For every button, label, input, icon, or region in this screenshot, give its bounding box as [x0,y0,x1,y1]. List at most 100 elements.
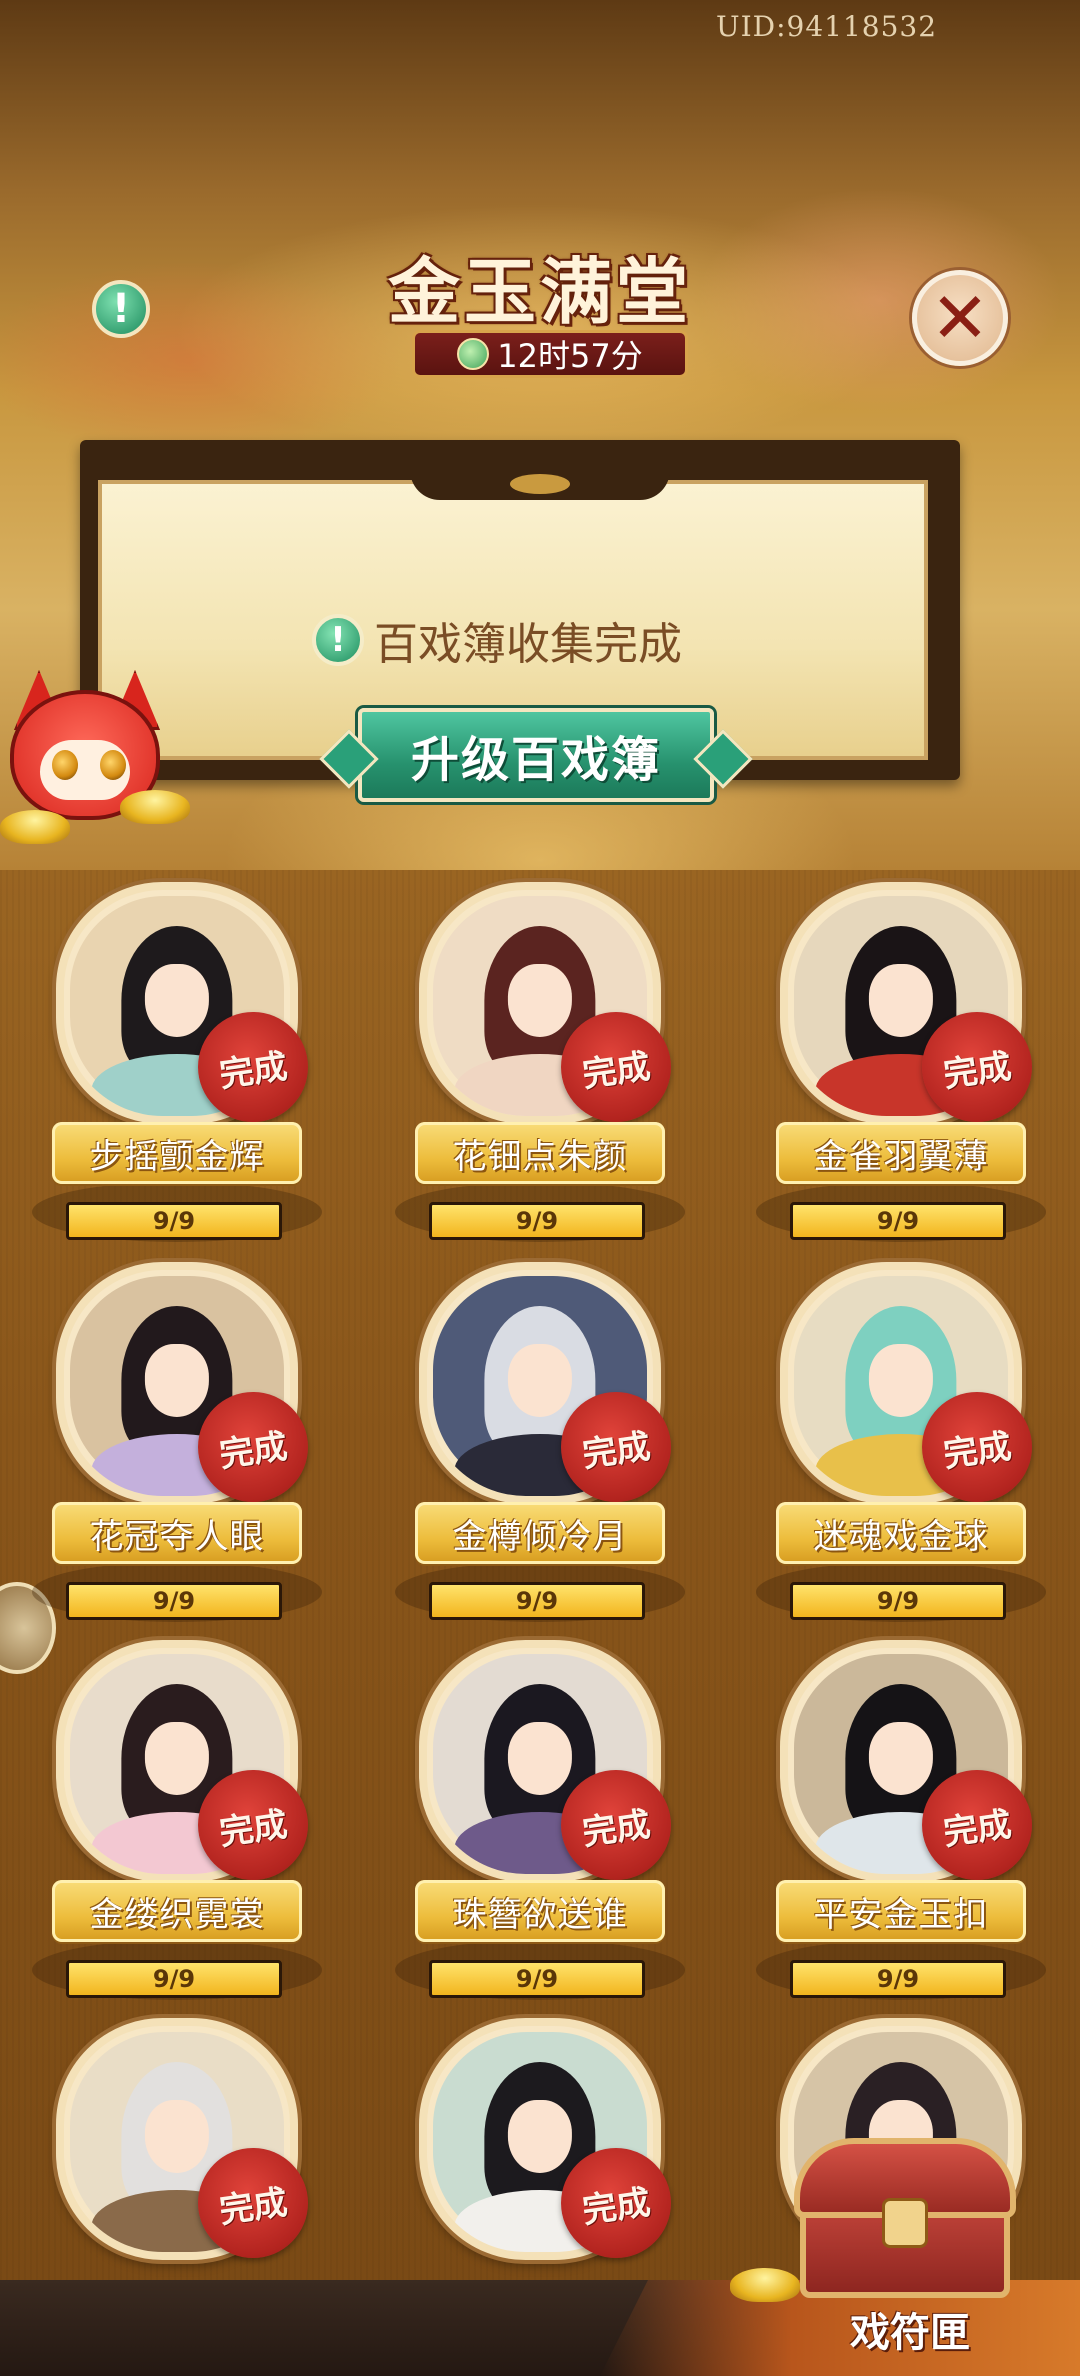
collection-card[interactable]: 完成金雀羽翼薄 9/9 [756,882,1046,1252]
collection-card[interactable]: 完成金缕织霓裳 9/9 [32,1640,322,2010]
completed-seal-label: 完成 [217,1425,290,1476]
completed-seal: 完成 [198,1012,308,1122]
card-name-plate: 步摇颤金辉 [52,1122,302,1184]
card-name-plate: 金缕织霓裳 [52,1880,302,1942]
completed-seal: 完成 [561,1770,671,1880]
event-title: 金玉满堂 [387,248,692,334]
chest-lock-icon [882,2198,928,2248]
progress-text: 9/9 [515,1207,559,1235]
completed-seal: 完成 [922,1392,1032,1502]
card-name: 花冠夺人眼 [89,1516,265,1557]
status-text: 百戏簿收集完成 [374,619,682,670]
completed-seal-label: 完成 [217,1045,290,1096]
portrait-face [868,1722,934,1796]
portrait-face [507,2100,573,2174]
portrait-face [144,1722,210,1796]
collection-card[interactable]: 完成花钿点朱颜 9/9 [395,882,685,1252]
card-name: 步摇颤金辉 [89,1136,265,1177]
collection-card[interactable]: 完成迷魂戏金球 9/9 [756,1262,1046,1632]
gold-ingot-icon [120,790,190,824]
upgrade-button-label: 升级百戏簿 [410,732,661,788]
panel-ornament [410,470,670,500]
card-progress-bar: 9/9 [790,1582,1006,1620]
portrait-face [868,1344,934,1418]
card-name-plate: 花钿点朱颜 [415,1122,665,1184]
card-progress-bar: 9/9 [66,1960,282,1998]
card-progress-bar: 9/9 [66,1202,282,1240]
progress-text: 9/9 [152,1587,196,1615]
portrait-face [144,964,210,1038]
card-name-plate: 花冠夺人眼 [52,1502,302,1564]
completed-seal-label: 完成 [580,2181,653,2232]
alert-icon: ! [312,614,364,666]
mascot-cat[interactable] [0,670,190,844]
completed-seal-label: 完成 [941,1045,1014,1096]
card-name: 金缕织霓裳 [89,1894,265,1935]
progress-text: 9/9 [876,1207,920,1235]
completed-seal: 完成 [561,1012,671,1122]
card-name-plate: 珠簪欲送谁 [415,1880,665,1942]
collection-card[interactable]: 完成平安金玉扣 9/9 [756,1640,1046,2010]
card-name-plate: 金樽倾冷月 [415,1502,665,1564]
completed-seal-label: 完成 [217,1803,290,1854]
card-name: 金雀羽翼薄 [813,1136,989,1177]
progress-text: 9/9 [152,1965,196,1993]
close-icon: ✕ [930,277,990,359]
card-name: 迷魂戏金球 [813,1516,989,1557]
event-timer: 12时57分 [412,330,688,378]
card-progress-bar: 9/9 [429,1582,645,1620]
completed-seal: 完成 [198,1770,308,1880]
card-name-plate: 平安金玉扣 [776,1880,1026,1942]
completed-seal: 完成 [922,1770,1032,1880]
portrait-face [868,964,934,1038]
completed-seal-label: 完成 [941,1803,1014,1854]
card-name: 花钿点朱颜 [452,1136,628,1177]
completed-seal: 完成 [561,2148,671,2258]
gold-ingot-icon [730,2268,800,2302]
gold-ingot-icon [0,810,70,844]
progress-text: 9/9 [876,1965,920,1993]
uid-label: UID:94118532 [716,10,938,43]
completed-seal: 完成 [561,1392,671,1502]
collection-card[interactable]: 完成珠簪欲送谁 9/9 [395,1640,685,2010]
card-progress-bar: 9/9 [790,1202,1006,1240]
clock-icon [457,338,490,370]
info-icon[interactable]: ! [92,280,150,338]
completed-seal-label: 完成 [217,2181,290,2232]
portrait-face [144,2100,210,2174]
progress-text: 9/9 [515,1965,559,1993]
progress-text: 9/9 [876,1587,920,1615]
completed-seal-label: 完成 [580,1425,653,1476]
token-chest-button[interactable] [730,2138,1020,2308]
token-chest-label: 戏符匣 [850,2309,970,2356]
event-title-plate: 金玉满堂 [385,240,695,334]
collection-card[interactable]: 完成金樽倾冷月 9/9 [395,1262,685,1632]
progress-text: 9/9 [515,1587,559,1615]
portrait-face [507,1344,573,1418]
card-name: 珠簪欲送谁 [452,1894,628,1935]
portrait-face [144,1344,210,1418]
collection-status: ! 百戏簿收集完成 [312,610,682,670]
collection-card[interactable]: 完成步摇颤金辉 9/9 [32,882,322,1252]
completed-seal-label: 完成 [941,1425,1014,1476]
portrait-face [507,964,573,1038]
completed-seal-label: 完成 [580,1803,653,1854]
upgrade-button[interactable]: 升级百戏簿 [358,708,714,802]
card-progress-bar: 9/9 [790,1960,1006,1998]
timer-text: 12时57分 [497,337,643,375]
card-name-plate: 迷魂戏金球 [776,1502,1026,1564]
completed-seal: 完成 [198,1392,308,1502]
card-progress-bar: 9/9 [429,1960,645,1998]
close-button[interactable]: ✕ [912,270,1008,366]
card-progress-bar: 9/9 [66,1582,282,1620]
mascot-eye-left [52,750,78,780]
card-name: 平安金玉扣 [813,1894,989,1935]
collection-card[interactable]: 完成花冠夺人眼 9/9 [32,1262,322,1632]
card-name: 金樽倾冷月 [452,1516,628,1557]
card-progress-bar: 9/9 [429,1202,645,1240]
card-name-plate: 金雀羽翼薄 [776,1122,1026,1184]
completed-seal-label: 完成 [580,1045,653,1096]
portrait-face [507,1722,573,1796]
completed-seal: 完成 [198,2148,308,2258]
mascot-eye-right [100,750,126,780]
